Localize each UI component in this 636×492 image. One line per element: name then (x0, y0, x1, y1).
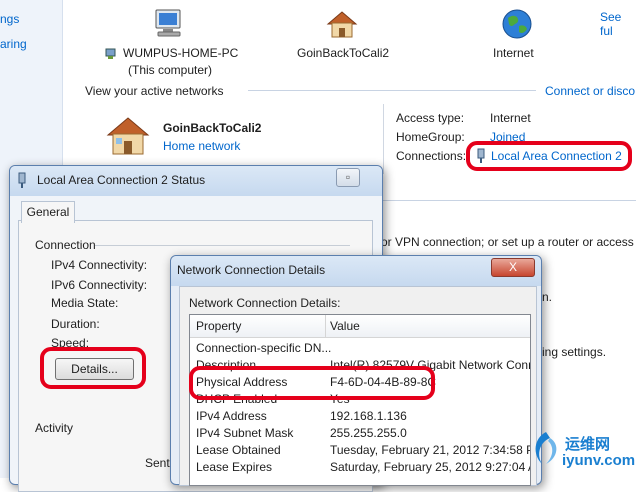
watermark-logo-icon (535, 432, 557, 464)
details-label: Network Connection Details: (189, 296, 341, 310)
computer-name: WUMPUS-HOME-PC (123, 46, 239, 60)
activity-heading: Activity (35, 421, 74, 435)
network-name-map: GoinBackToCali2 (297, 46, 390, 60)
row-property: Connection-specific DN... (196, 341, 332, 355)
row-value: 192.168.1.136 (330, 409, 407, 423)
row-property: IPv4 Subnet Mask (196, 426, 294, 440)
watermark-url: iyunv.com (562, 452, 636, 469)
tab-general[interactable]: General (21, 201, 75, 223)
connection-divider (95, 245, 350, 246)
computer-subtitle: (This computer) (128, 63, 213, 77)
watermark-text: 运维网 (565, 436, 611, 453)
column-header-value[interactable]: Value (330, 319, 360, 333)
media-state-label: Media State: (51, 296, 119, 310)
connections-label: Connections: (396, 149, 467, 163)
nav-link-sharing[interactable]: aring (0, 37, 27, 51)
row-value: 255.255.255.0 (330, 426, 407, 440)
connect-disconnect-link[interactable]: Connect or disco (545, 84, 635, 98)
internet-label: Internet (493, 46, 534, 60)
details-list[interactable]: Property Value Connection-specific DN...… (189, 314, 531, 486)
ipv6-connectivity-label: IPv6 Connectivity: (51, 278, 148, 292)
status-dialog-title: Local Area Connection 2 Status (37, 173, 206, 187)
ipv4-connectivity-label: IPv4 Connectivity: (51, 258, 148, 272)
list-header: Property Value (190, 315, 530, 338)
highlight-physical-address (189, 366, 435, 400)
active-networks-heading: View your active networks (85, 84, 224, 98)
minimize-button[interactable]: ▫ (336, 168, 360, 187)
network-adapter-icon (105, 48, 116, 59)
homegroup-label: HomeGroup: (396, 130, 465, 144)
row-value: Tuesday, February 21, 2012 7:34:58 PM (330, 443, 531, 457)
computer-icon (155, 9, 181, 37)
task-text-3: ring settings. (538, 345, 607, 359)
task-text-2: n. (542, 290, 553, 304)
column-separator (325, 315, 326, 337)
close-icon: X (508, 260, 517, 274)
tasks-divider (383, 200, 636, 201)
section-divider (248, 90, 536, 91)
active-network-name: GoinBackToCali2 (163, 121, 262, 135)
highlight-connection-link (466, 141, 632, 171)
see-full-map-link[interactable]: See ful (600, 10, 636, 38)
details-dialog: Network Connection Details X Network Con… (170, 255, 542, 486)
internet-globe-icon (502, 9, 532, 39)
access-type-value: Internet (490, 111, 531, 125)
task-setup-text: or VPN connection; or set up a router or… (381, 235, 636, 249)
house-icon (326, 11, 358, 38)
highlight-details-button (40, 347, 146, 389)
column-header-property[interactable]: Property (196, 319, 241, 333)
connection-heading: Connection (35, 238, 96, 252)
row-property: IPv4 Address (196, 409, 267, 423)
home-network-icon (106, 117, 150, 155)
row-property: Lease Obtained (196, 443, 281, 457)
home-network-link[interactable]: Home network (163, 139, 240, 153)
row-value: Saturday, February 25, 2012 9:27:04 AM (330, 460, 531, 474)
close-button[interactable]: X (491, 258, 535, 277)
ethernet-icon (18, 172, 26, 188)
sent-label: Sent (145, 456, 170, 470)
duration-label: Duration: (51, 317, 100, 331)
nav-link-settings[interactable]: ngs (0, 12, 19, 26)
vertical-divider (383, 104, 384, 174)
access-type-label: Access type: (396, 111, 465, 125)
details-dialog-title: Network Connection Details (177, 263, 326, 277)
row-property: Lease Expires (196, 460, 273, 474)
